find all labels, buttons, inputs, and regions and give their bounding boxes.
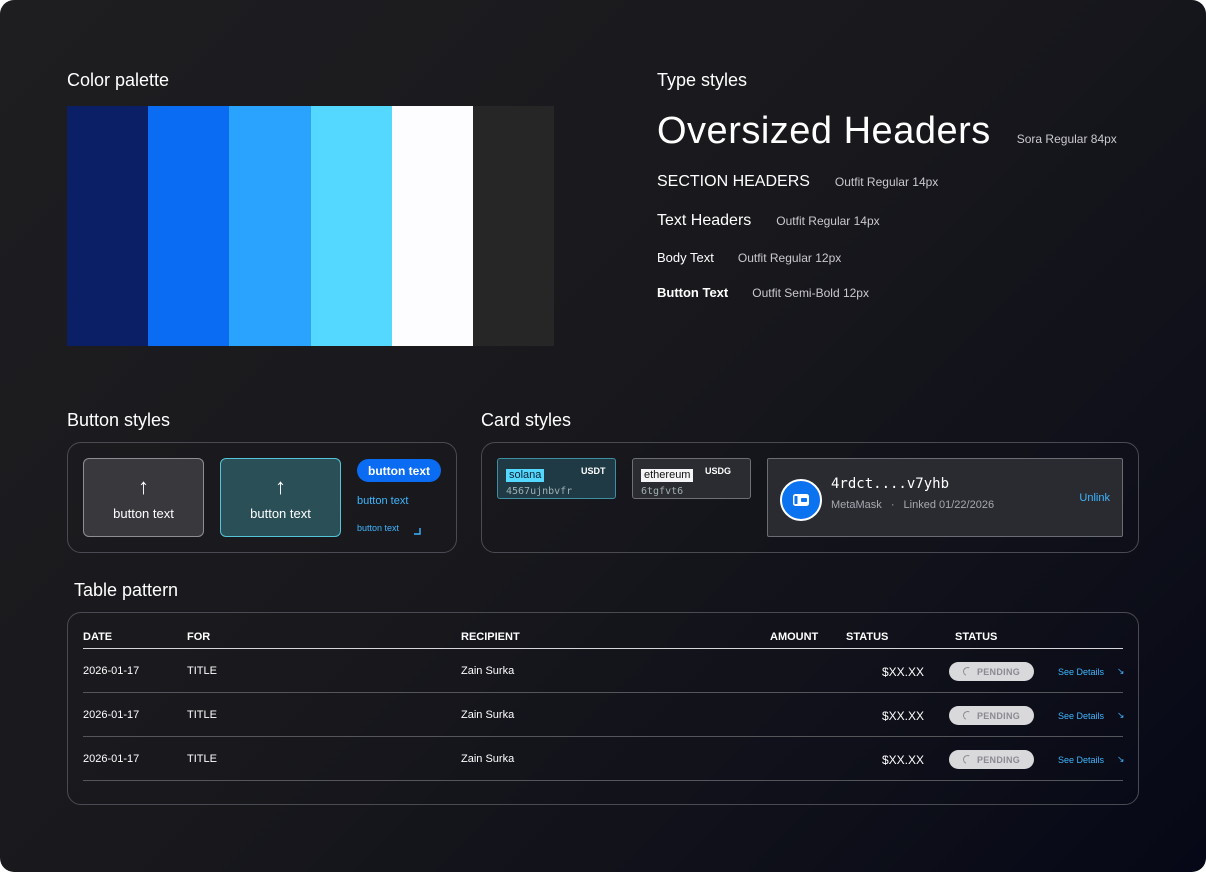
loading-icon	[961, 709, 974, 722]
swatch-blue	[148, 106, 230, 346]
token-address: 4567ujnbvfr	[506, 486, 573, 497]
teal-button[interactable]: ↑ button text	[220, 458, 341, 537]
type-styles-title: Type styles	[657, 70, 748, 90]
pill-button[interactable]: button text	[357, 459, 441, 482]
swatch-sky	[229, 106, 311, 346]
status-badge: PENDING	[949, 706, 1034, 725]
cell-for: TITLE	[187, 753, 217, 765]
table-pattern-title: Table pattern	[74, 580, 179, 600]
button-styles-title: Button styles	[67, 410, 171, 430]
token-symbol: USDG	[705, 466, 732, 476]
wallet-linked-date: Linked 01/22/2026	[903, 499, 995, 511]
type-sample-section: SECTION HEADERS	[657, 173, 810, 190]
type-row-button: Button Text Outfit Semi-Bold 12px	[657, 285, 869, 300]
cell-for: TITLE	[187, 665, 217, 677]
swatch-charcoal	[472, 106, 555, 346]
swatch-navy	[67, 106, 149, 346]
row-divider	[83, 736, 1123, 737]
header-divider	[83, 648, 1123, 649]
status-text: PENDING	[976, 666, 1021, 677]
type-row-text-headers: Text Headers Outfit Regular 14px	[657, 212, 880, 230]
token-address: 6tgfvt6	[641, 486, 684, 497]
small-link-button[interactable]: button text	[357, 523, 399, 533]
wallet-icon	[780, 479, 822, 521]
col-header-date: DATE	[83, 631, 113, 643]
arrow-up-icon: ↑	[138, 474, 149, 499]
type-desc-button: Outfit Semi-Bold 12px	[752, 286, 869, 300]
type-sample-oversized: Oversized Headers	[657, 110, 991, 152]
unlink-button[interactable]: Unlink	[1079, 492, 1110, 504]
col-header-status-2: STATUS	[955, 631, 998, 643]
type-desc-text-headers: Outfit Regular 14px	[776, 214, 880, 228]
card-styles-title: Card styles	[481, 410, 572, 430]
dark-button-label: button text	[113, 506, 174, 521]
status-badge: PENDING	[949, 662, 1034, 681]
wallet-meta: MetaMask · Linked 01/22/2026	[831, 499, 994, 511]
token-card-solana[interactable]: solana USDT 4567ujnbvfr	[497, 458, 616, 499]
type-sample-body: Body Text	[657, 250, 714, 265]
col-header-for: FOR	[187, 631, 211, 643]
chain-tag-solana: solana	[506, 469, 545, 482]
wallet-card: 4rdct....v7yhb MetaMask · Linked 01/22/2…	[767, 458, 1123, 537]
see-details-link[interactable]: See Details	[1058, 755, 1104, 765]
cell-date: 2026-01-17	[83, 753, 140, 765]
status-text: PENDING	[976, 754, 1021, 765]
meta-separator: ·	[890, 499, 895, 511]
row-divider	[83, 780, 1123, 781]
type-sample-button: Button Text	[657, 285, 729, 300]
type-row-section: SECTION HEADERS Outfit Regular 14px	[657, 173, 938, 191]
see-details-link[interactable]: See Details	[1058, 711, 1104, 721]
status-badge: PENDING	[949, 750, 1034, 769]
dark-button[interactable]: ↑ button text	[83, 458, 204, 537]
cell-recipient: Zain Surka	[461, 665, 515, 677]
wallet-provider: MetaMask	[831, 499, 882, 511]
cell-date: 2026-01-17	[83, 709, 140, 721]
status-text: PENDING	[976, 710, 1021, 721]
design-system-board: Color palette Type styles Oversized Head…	[0, 0, 1206, 872]
swatch-cyan	[310, 106, 392, 346]
type-desc-section: Outfit Regular 14px	[834, 175, 939, 189]
type-sample-text-headers: Text Headers	[657, 212, 752, 229]
cell-for: TITLE	[187, 709, 217, 721]
chevron-icon: ↘	[1117, 754, 1125, 764]
color-palette	[67, 106, 555, 346]
teal-button-label: button text	[250, 506, 311, 521]
see-details-link[interactable]: See Details	[1058, 667, 1104, 677]
cell-recipient: Zain Surka	[461, 709, 515, 721]
token-card-ethereum[interactable]: ethereum USDG 6tgfvt6	[632, 458, 751, 499]
chain-tag-ethereum: ethereum	[641, 469, 694, 482]
loading-icon	[961, 665, 974, 678]
type-desc-body: Outfit Regular 12px	[737, 251, 842, 265]
cell-amount: $XX.XX	[882, 709, 925, 723]
token-symbol: USDT	[581, 466, 606, 476]
chevron-icon: ↘	[1117, 666, 1125, 676]
chevron-icon: ↘	[1117, 710, 1125, 720]
arrow-up-icon: ↑	[275, 474, 286, 499]
cell-recipient: Zain Surka	[461, 753, 515, 765]
cell-amount: $XX.XX	[882, 753, 925, 767]
wallet-address: 4rdct....v7yhb	[831, 476, 950, 492]
cell-amount: $XX.XX	[882, 665, 925, 679]
type-row-body: Body Text Outfit Regular 12px	[657, 250, 841, 265]
col-header-status: STATUS	[846, 631, 889, 643]
row-divider	[83, 692, 1123, 693]
type-desc-oversized: Sora Regular 84px	[1016, 132, 1117, 146]
corner-arrow-icon	[414, 528, 421, 535]
link-button[interactable]: button text	[357, 495, 408, 507]
loading-icon	[961, 753, 974, 766]
color-palette-title: Color palette	[67, 70, 170, 90]
col-header-amount: AMOUNT	[770, 631, 819, 643]
swatch-white	[391, 106, 473, 346]
cell-date: 2026-01-17	[83, 665, 140, 677]
type-row-oversized: Oversized Headers Sora Regular 84px	[657, 110, 1117, 153]
col-header-recipient: RECIPIENT	[461, 631, 520, 643]
